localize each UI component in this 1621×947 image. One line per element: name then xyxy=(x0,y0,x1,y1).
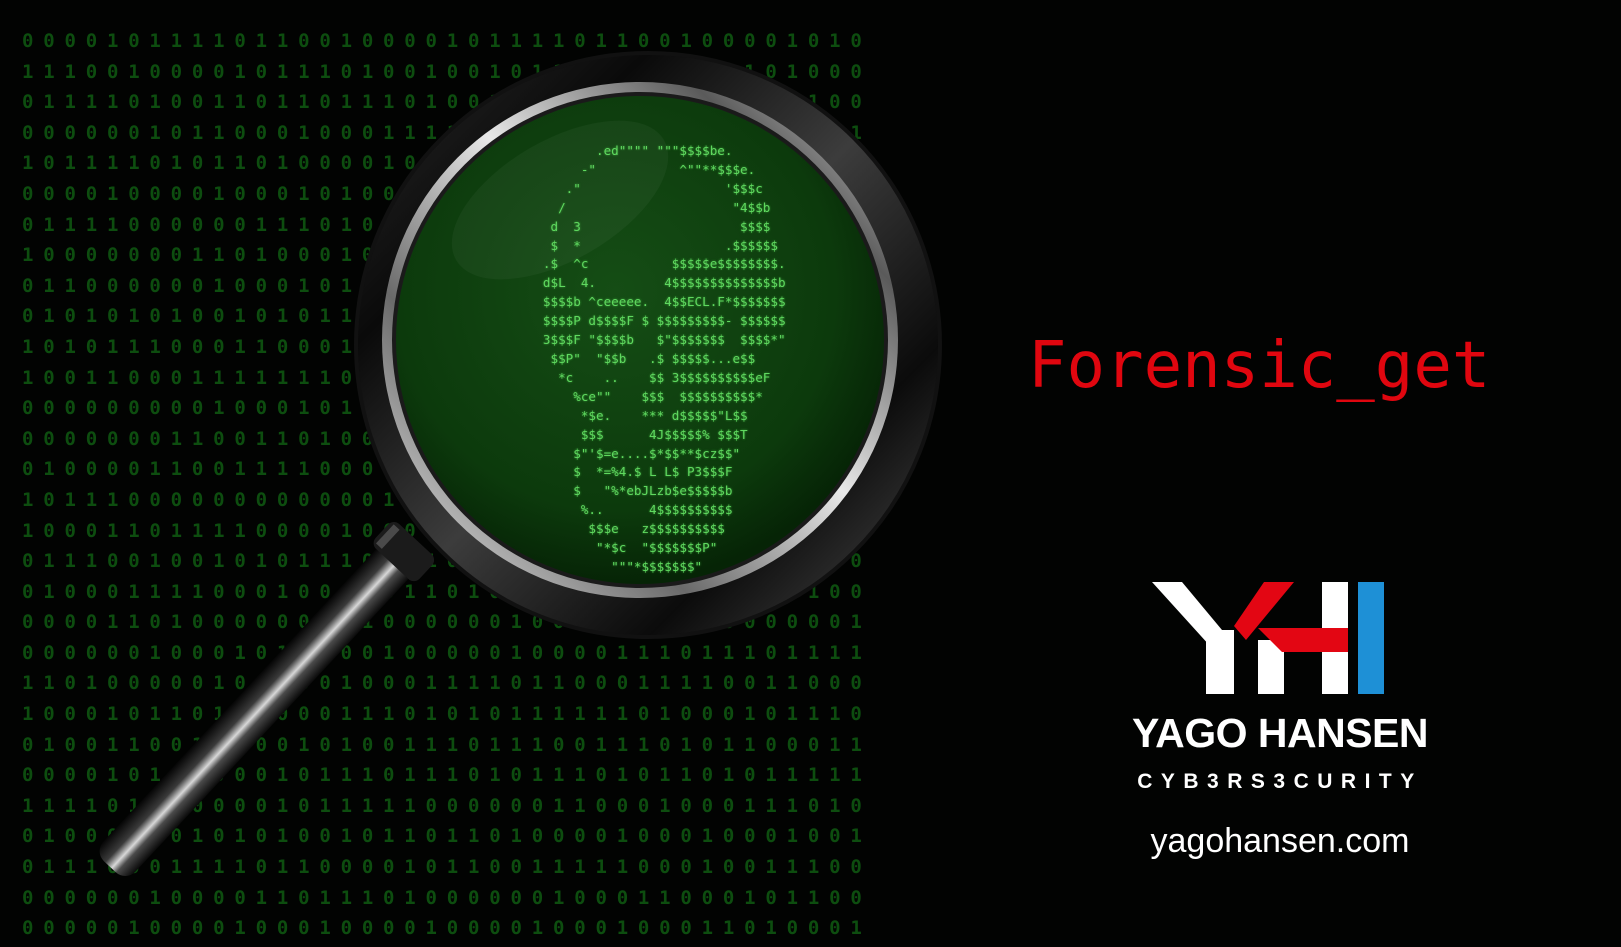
brand-block: YAGO HANSEN CYB3RS3CURITY yagohansen.com xyxy=(1080,582,1480,882)
yh-logo-icon xyxy=(1152,582,1384,694)
brand-url-link[interactable]: yagohansen.com xyxy=(1080,822,1480,861)
brand-name: YAGO HANSEN xyxy=(1132,710,1429,756)
brand-tagline: CYB3RS3CURITY xyxy=(1137,770,1423,793)
cover-image: 0000101111011001000010111101100100001010… xyxy=(0,0,1621,947)
page-title: Forensic_get xyxy=(1028,329,1491,403)
ascii-skull-art: .ed"""" """$$$$be. -" ^""**$$$e. ." '$$$… xyxy=(542,143,786,574)
